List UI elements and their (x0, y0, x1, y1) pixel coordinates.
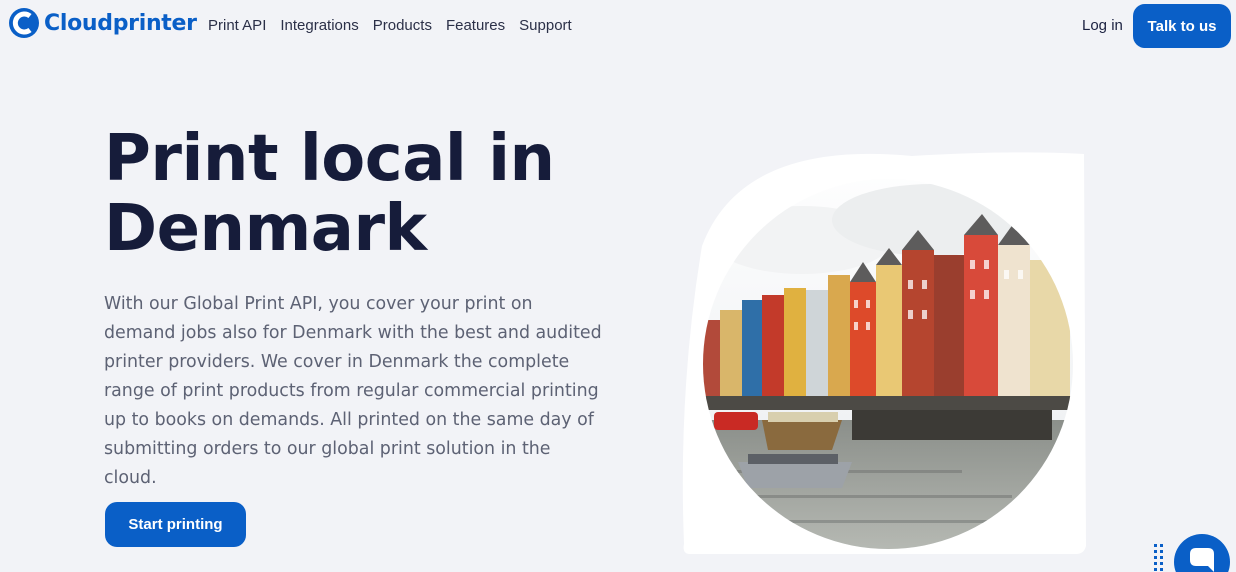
brand-name: Cloudprinter (44, 10, 197, 36)
logo-link[interactable]: Cloudprinter (8, 7, 197, 39)
hero-title: Print local in Denmark (104, 122, 555, 266)
site-header: Cloudprinter Print API Integrations Prod… (0, 0, 1236, 52)
nav-item-support[interactable]: Support (519, 17, 572, 34)
hero-image (682, 150, 1088, 554)
login-link[interactable]: Log in (1082, 17, 1123, 34)
hero-description: With our Global Print API, you cover you… (104, 294, 602, 488)
nav-item-products[interactable]: Products (373, 17, 432, 34)
nyhavn-photo (682, 152, 1086, 554)
chat-bubble-icon (1190, 548, 1214, 572)
start-printing-button[interactable]: Start printing (105, 502, 246, 547)
nav-item-print-api[interactable]: Print API (208, 17, 266, 34)
dots-grid-icon (1154, 544, 1163, 571)
talk-to-us-button[interactable]: Talk to us (1133, 4, 1231, 48)
cloudprinter-logo-icon (9, 8, 39, 38)
nav-item-features[interactable]: Features (446, 17, 505, 34)
main-nav: Print API Integrations Products Features… (208, 17, 572, 34)
nav-item-integrations[interactable]: Integrations (280, 17, 358, 34)
chat-button[interactable] (1174, 534, 1230, 572)
